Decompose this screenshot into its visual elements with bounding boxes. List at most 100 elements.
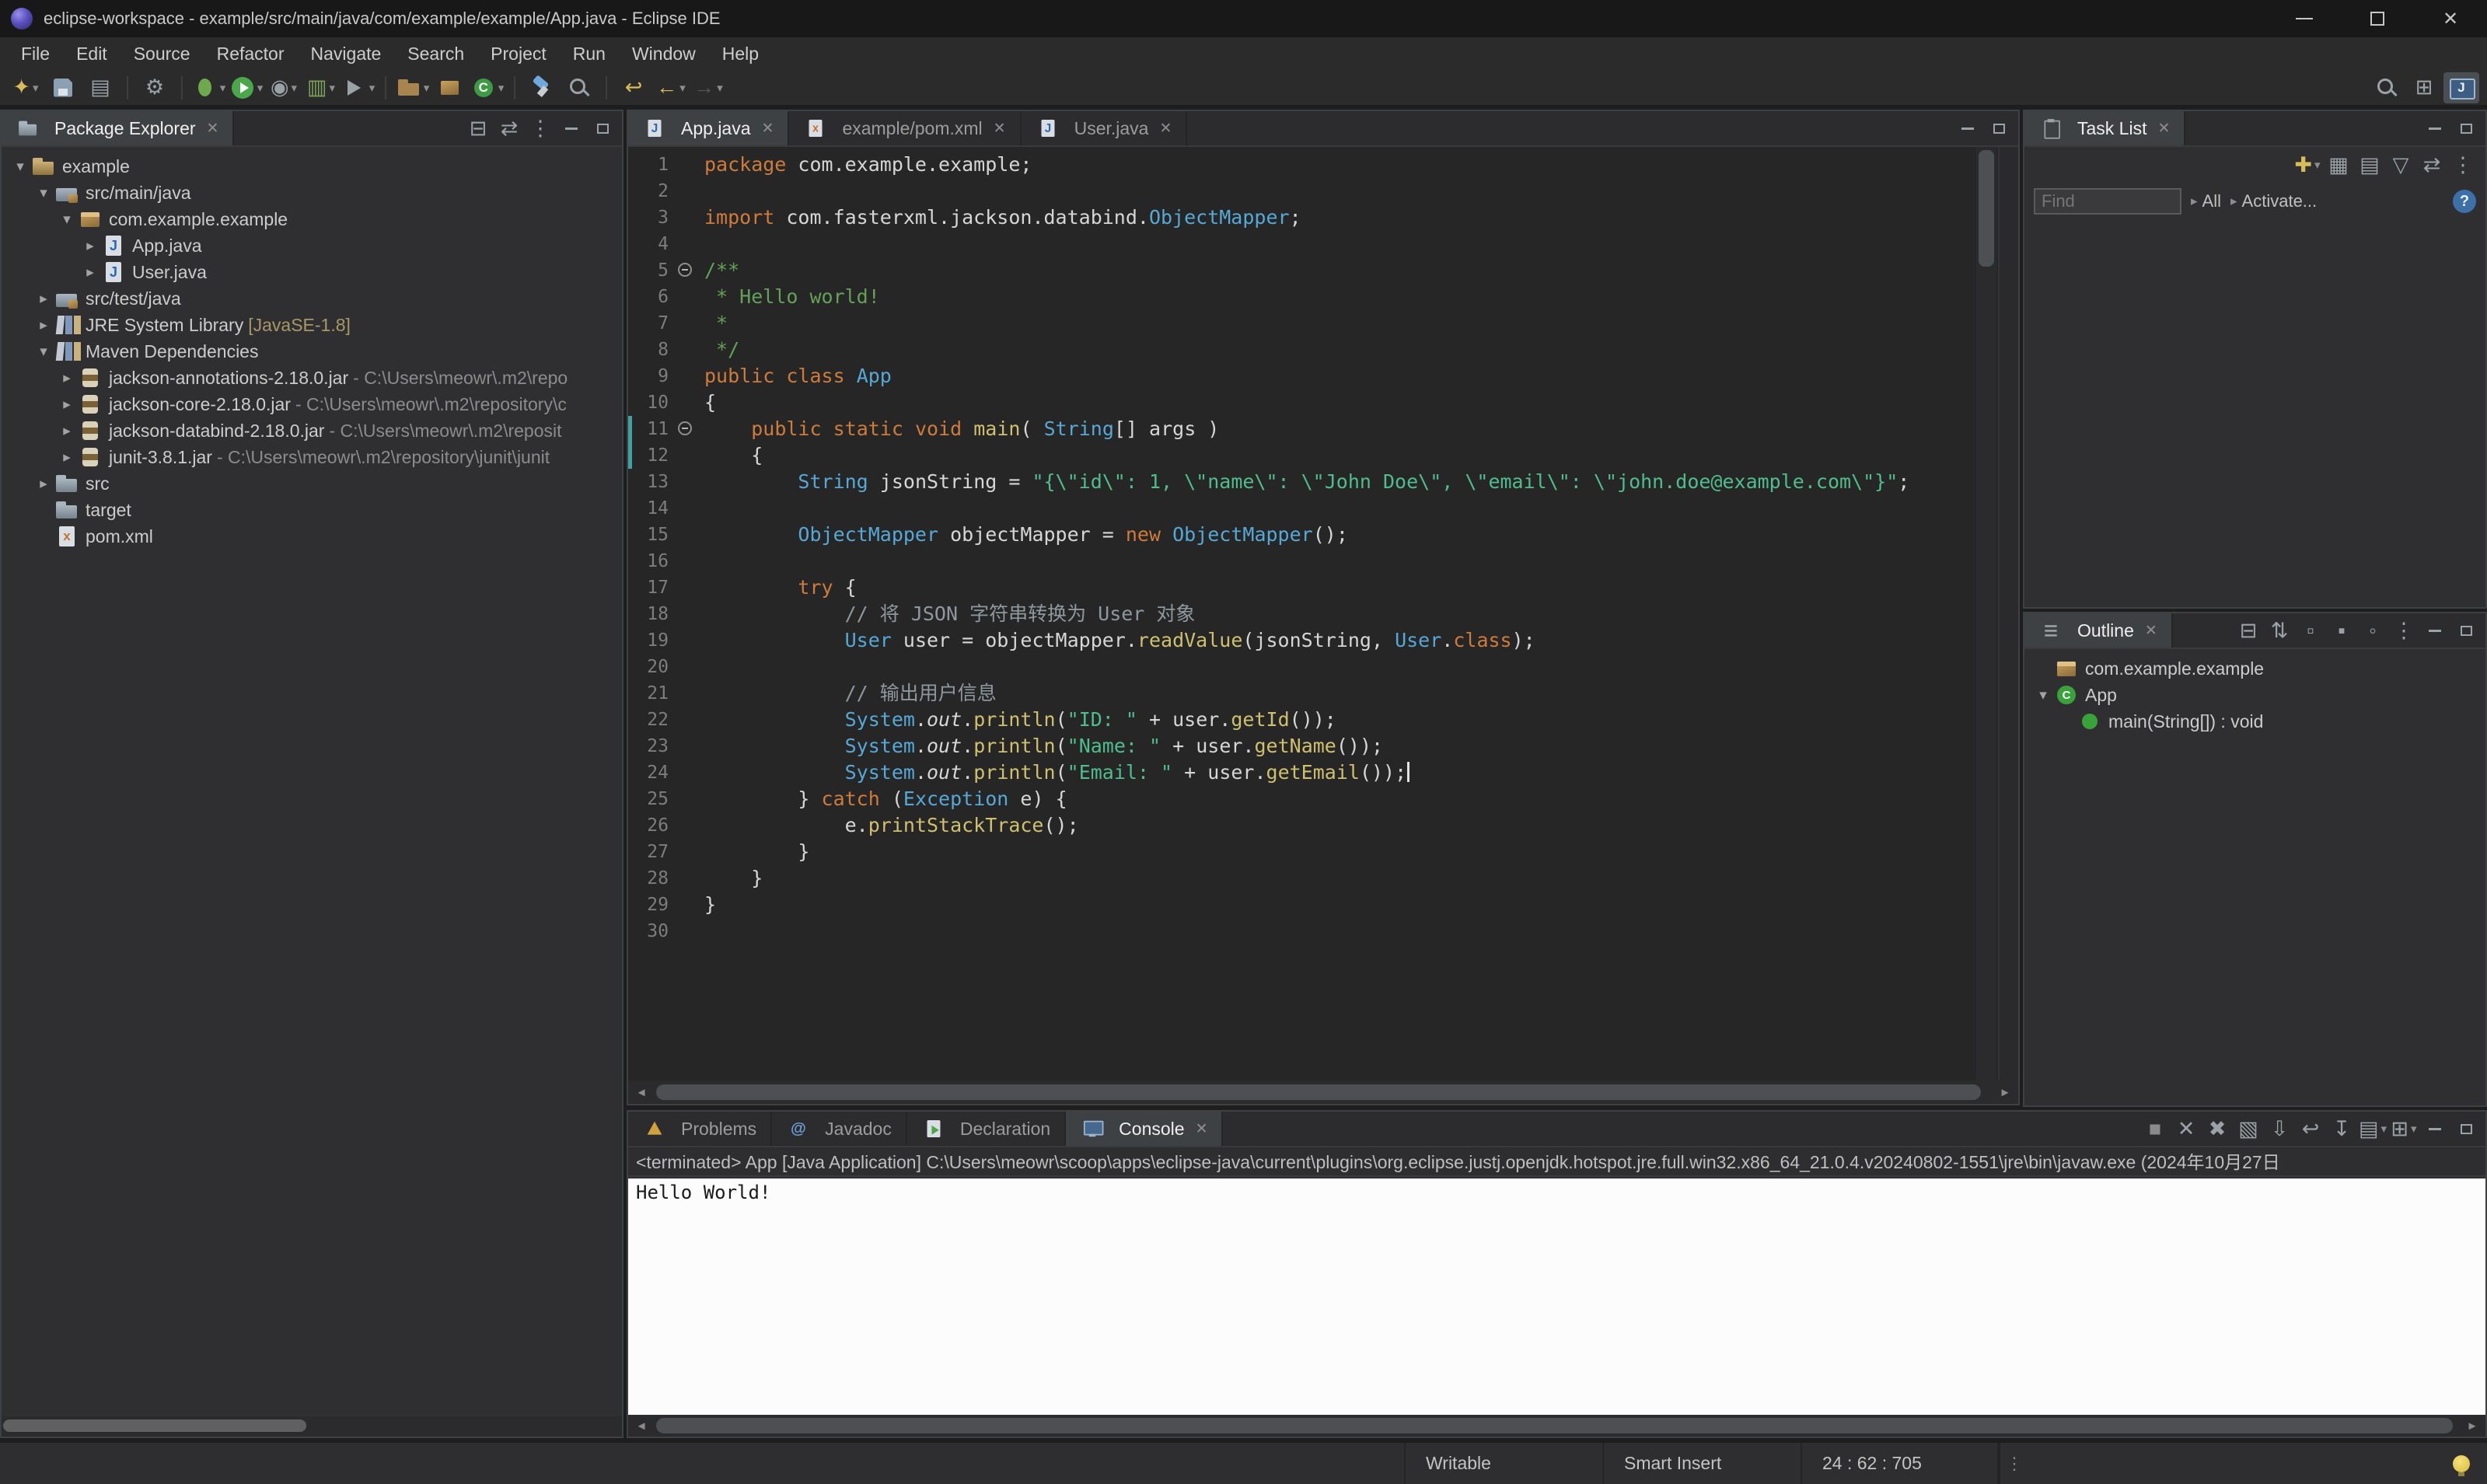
editor-minimize-button[interactable] <box>1953 113 1982 143</box>
hide-fields-button[interactable]: ▫ <box>2296 616 2325 645</box>
maximize-window-button[interactable] <box>2341 0 2414 37</box>
tree-item[interactable]: ▸ src <box>2 470 622 497</box>
editor-maximize-button[interactable] <box>1984 113 2014 143</box>
statusbar-menu-icon[interactable]: ⋮ <box>1999 1443 2028 1484</box>
forward-button[interactable]: → ▾ <box>690 72 726 103</box>
code-line-16[interactable]: 16 <box>628 548 1975 574</box>
schedule-button[interactable]: ▤ <box>2355 150 2384 180</box>
code-line-25[interactable]: 25 } catch (Exception e) { <box>628 786 1975 812</box>
view-menu-button[interactable]: ⋮ <box>2448 150 2478 180</box>
code-line-9[interactable]: 9 public class App <box>628 363 1975 389</box>
remove-all-terminated-button[interactable]: ✖ <box>2202 1114 2232 1144</box>
debug-button[interactable]: ▾ <box>191 72 227 103</box>
clear-console-button[interactable]: ▧ <box>2234 1114 2263 1144</box>
scroll-right-icon[interactable]: ► <box>1996 1086 2014 1099</box>
code-line-5[interactable]: 5 /** <box>628 257 1975 284</box>
view-tab-declaration[interactable]: Declaration <box>907 1112 1067 1146</box>
categorized-button[interactable]: ▦ <box>2324 150 2353 180</box>
editor-tab-example-pom-xml[interactable]: x example/pom.xml ✕ <box>789 111 1022 145</box>
scroll-lock-button[interactable]: ⇩ <box>2265 1114 2294 1144</box>
code-line-30[interactable]: 30 <box>628 918 1975 945</box>
console-minimize-button[interactable] <box>2420 1114 2450 1144</box>
new-wizard-button[interactable]: ✦ ▾ <box>8 72 44 103</box>
outline-maximize-button[interactable] <box>2451 616 2481 645</box>
tree-item[interactable]: ▾ com.example.example <box>2 206 622 232</box>
back-button[interactable]: ← ▾ <box>653 72 689 103</box>
hscrollbar-thumb[interactable] <box>3 1419 306 1432</box>
collapse-all-button[interactable]: ⊟ <box>463 113 493 143</box>
tree-item[interactable]: x pom.xml <box>2 523 622 550</box>
package-explorer-minimize-button[interactable] <box>557 113 586 143</box>
fold-marker-icon[interactable] <box>678 263 692 277</box>
code-line-21[interactable]: 21 // 输出用户信息 <box>628 680 1975 707</box>
scroll-left-icon[interactable]: ◄ <box>633 1419 650 1433</box>
fold-marker-icon[interactable] <box>678 421 692 435</box>
tree-item[interactable]: ▾ Maven Dependencies <box>2 338 622 365</box>
tree-collapse-icon[interactable]: ▾ <box>9 158 31 176</box>
code-line-26[interactable]: 26 e.printStackTrace(); <box>628 812 1975 839</box>
link-with-editor-button[interactable]: ⇄ <box>2417 150 2447 180</box>
code-line-11[interactable]: 11 public static void main( String[] arg… <box>628 416 1975 442</box>
tree-expand-icon[interactable]: ▸ <box>56 422 78 440</box>
help-icon[interactable]: ? <box>2453 190 2476 213</box>
menu-search[interactable]: Search <box>394 44 477 65</box>
close-window-button[interactable]: ✕ <box>2414 0 2487 37</box>
save-button[interactable] <box>45 72 81 103</box>
code-line-13[interactable]: 13 String jsonString = "{\"id\": 1, \"na… <box>628 469 1975 495</box>
code-line-12[interactable]: 12 { <box>628 442 1975 469</box>
menu-project[interactable]: Project <box>477 44 560 65</box>
editor[interactable]: 1 package com.example.example; 2 3 import co… <box>628 147 2018 1104</box>
view-tab-problems[interactable]: Problems <box>628 1112 773 1146</box>
close-view-icon[interactable]: ✕ <box>2157 120 2170 138</box>
editor-tab-user-java[interactable]: J User.java ✕ <box>1022 111 1188 145</box>
hscrollbar-thumb[interactable] <box>656 1418 2453 1433</box>
menu-navigate[interactable]: Navigate <box>298 44 395 65</box>
package-explorer-maximize-button[interactable] <box>588 113 617 143</box>
menu-edit[interactable]: Edit <box>63 44 121 65</box>
last-edit-location-button[interactable]: ↩ <box>616 72 651 103</box>
editor-vscrollbar[interactable] <box>1976 147 1996 1081</box>
tree-expand-icon[interactable]: ▸ <box>33 475 54 493</box>
close-tab-icon[interactable]: ✕ <box>762 120 774 138</box>
code-line-24[interactable]: 24 System.out.println("Email: " + user.g… <box>628 759 1975 786</box>
tree-item[interactable]: ▸ J App.java <box>2 232 622 259</box>
view-tab-javadoc[interactable]: @ Javadoc <box>772 1112 907 1146</box>
close-view-icon[interactable]: ✕ <box>207 120 219 138</box>
menu-file[interactable]: File <box>8 44 63 65</box>
code-line-4[interactable]: 4 <box>628 231 1975 257</box>
tab-outline[interactable]: Outline ✕ <box>2024 613 2173 648</box>
code-line-18[interactable]: 18 // 将 JSON 字符串转换为 User 对象 <box>628 601 1975 627</box>
search-toolbar-button[interactable] <box>2369 72 2405 103</box>
code-line-7[interactable]: 7 * <box>628 310 1975 337</box>
code-line-20[interactable]: 20 <box>628 654 1975 680</box>
terminate-button[interactable]: ■ <box>2140 1114 2170 1144</box>
remove-launch-button[interactable]: ✕ <box>2171 1114 2201 1144</box>
close-tab-icon[interactable]: ✕ <box>994 120 1006 138</box>
tree-item[interactable]: ▸ jackson-databind-2.18.0.jar - C:\Users\m… <box>2 417 622 444</box>
outline-item[interactable]: ▾ C App <box>2024 682 2485 708</box>
task-list-minimize-button[interactable] <box>2420 113 2450 143</box>
pin-console-button[interactable]: ↧ <box>2327 1114 2356 1144</box>
tree-item[interactable]: target <box>2 497 622 523</box>
coverage-button[interactable]: ▥ ▾ <box>303 72 339 103</box>
run-button[interactable]: ▾ <box>229 72 264 103</box>
console-output-area[interactable]: Hello World! <box>628 1178 2485 1415</box>
menu-run[interactable]: Run <box>560 44 619 65</box>
new-task-button[interactable]: ✚ ▾ <box>2293 150 2322 180</box>
tree-expand-icon[interactable]: ▸ <box>56 449 78 466</box>
new-package-button[interactable] <box>432 72 468 103</box>
word-wrap-button[interactable]: ↩ <box>2296 1114 2325 1144</box>
tree-item[interactable]: ▸ src/test/java <box>2 285 622 312</box>
code-line-3[interactable]: 3 import com.fasterxml.jackson.databind.O… <box>628 204 1975 231</box>
link-with-editor-button[interactable]: ⇄ <box>494 113 524 143</box>
scroll-left-icon[interactable]: ◄ <box>633 1086 650 1099</box>
show-console-on-output-button[interactable]: ▤ ▾ <box>2358 1114 2387 1144</box>
tree-expand-icon[interactable]: ▸ <box>79 264 101 281</box>
code-area[interactable]: 1 package com.example.example; 2 3 import co… <box>628 147 1975 1081</box>
menu-source[interactable]: Source <box>121 44 204 65</box>
code-line-6[interactable]: 6 * Hello world! <box>628 284 1975 310</box>
outline-item[interactable]: com.example.example <box>2024 655 2485 682</box>
editor-tab-app-java[interactable]: J App.java ✕ <box>628 111 790 145</box>
external-tools-button[interactable]: ▾ <box>341 72 376 103</box>
code-line-23[interactable]: 23 System.out.println("Name: " + user.ge… <box>628 733 1975 759</box>
